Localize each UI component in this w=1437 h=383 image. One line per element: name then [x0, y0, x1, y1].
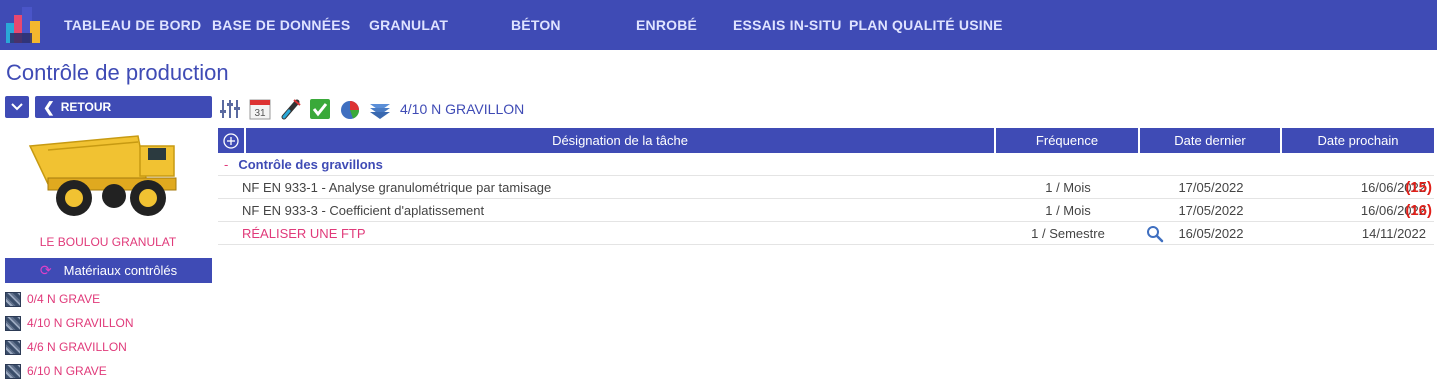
- materials-list: 0/4 N GRAVE 4/10 N GRAVILLON 4/6 N GRAVI…: [5, 287, 134, 383]
- material-label: 4/10 N GRAVILLON: [27, 316, 134, 330]
- aggregate-thumbnail-icon: [5, 315, 21, 331]
- back-button[interactable]: ❮ RETOUR: [35, 96, 212, 118]
- page-title: Contrôle de production: [6, 60, 229, 85]
- back-button-label: RETOUR: [60, 100, 112, 114]
- aggregate-thumbnail-icon: [5, 363, 21, 379]
- material-label: 4/6 N GRAVILLON: [27, 340, 127, 354]
- test-tube-icon[interactable]: [278, 97, 302, 121]
- add-task-button[interactable]: [218, 128, 246, 153]
- app-logo-icon[interactable]: [4, 3, 44, 45]
- material-item[interactable]: 0/4 N GRAVE: [5, 287, 134, 311]
- calendar-icon[interactable]: 31: [248, 97, 272, 121]
- calendar-day: 31: [254, 108, 266, 119]
- materials-header-label: Matériaux contrôlés: [63, 263, 178, 278]
- nav-granulat[interactable]: GRANULAT: [369, 17, 448, 33]
- group-label: Contrôle des gravillons: [238, 156, 383, 172]
- material-item[interactable]: 4/6 N GRAVILLON: [5, 335, 134, 359]
- grid-header: Désignation de la tâche Fréquence Date d…: [218, 128, 1434, 153]
- task-designation: NF EN 933-3 - Coefficient d'aplatissemen…: [242, 202, 485, 218]
- top-navbar: TABLEAU DE BORD BASE DE DONNÉES GRANULAT…: [0, 0, 1437, 50]
- search-icon[interactable]: [1146, 225, 1164, 243]
- table-row[interactable]: NF EN 933-1 - Analyse granulométrique pa…: [218, 176, 1434, 199]
- task-designation: NF EN 933-1 - Analyse granulométrique pa…: [242, 179, 552, 195]
- material-item[interactable]: 4/10 N GRAVILLON: [5, 311, 134, 335]
- current-material-label: 4/10 N GRAVILLON: [400, 101, 525, 117]
- col-header-next-date[interactable]: Date prochain: [1282, 128, 1434, 153]
- aggregate-thumbnail-icon: [5, 339, 21, 355]
- aggregate-thumbnail-icon: [5, 291, 21, 307]
- nav-dashboard[interactable]: TABLEAU DE BORD: [64, 17, 201, 33]
- nav-plan-qualite-usine[interactable]: PLAN QUALITÉ USINE: [849, 17, 1003, 33]
- col-header-frequency[interactable]: Fréquence: [996, 128, 1140, 153]
- task-frequency: 1 / Semestre: [1031, 225, 1105, 241]
- toolbar: 31 4/10 N GRAVILLON: [218, 96, 524, 122]
- check-icon[interactable]: [308, 97, 332, 121]
- chevron-left-icon: ❮: [43, 98, 55, 115]
- collapse-button[interactable]: [5, 96, 29, 118]
- layers-icon[interactable]: [368, 97, 392, 121]
- col-header-designation[interactable]: Désignation de la tâche: [246, 128, 996, 153]
- task-count-badge[interactable]: (15): [1405, 179, 1432, 196]
- task-frequency: 1 / Mois: [1045, 202, 1091, 218]
- sliders-icon[interactable]: [218, 97, 242, 121]
- task-frequency: 1 / Mois: [1045, 179, 1091, 195]
- group-row[interactable]: - Contrôle des gravillons: [218, 153, 1434, 176]
- materials-header[interactable]: ⟳ Matériaux contrôlés: [5, 258, 212, 283]
- pie-chart-icon[interactable]: [338, 97, 362, 121]
- chevron-down-icon: [11, 103, 23, 111]
- collapse-group-toggle[interactable]: -: [224, 157, 228, 172]
- nav-beton[interactable]: BÉTON: [511, 17, 561, 33]
- task-last-date: 17/05/2022: [1178, 202, 1244, 218]
- task-designation[interactable]: RÉALISER UNE FTP: [218, 226, 996, 241]
- nav-enrobe[interactable]: ENROBÉ: [636, 17, 697, 33]
- plus-circle-icon: [223, 132, 239, 149]
- table-row[interactable]: RÉALISER UNE FTP 1 / Semestre 16/05/2022…: [218, 222, 1434, 245]
- col-header-last-date[interactable]: Date dernier: [1140, 128, 1282, 153]
- nav-essais-in-situ[interactable]: ESSAIS IN-SITU: [733, 17, 842, 33]
- nav-database[interactable]: BASE DE DONNÉES: [212, 17, 350, 33]
- material-label: 6/10 N GRAVE: [27, 364, 107, 378]
- task-count-badge[interactable]: (16): [1405, 202, 1432, 219]
- task-next-date: 14/11/2022: [1361, 225, 1426, 241]
- material-item[interactable]: 6/10 N GRAVE: [5, 359, 134, 383]
- dump-truck-image: [28, 135, 177, 216]
- material-label: 0/4 N GRAVE: [27, 292, 101, 306]
- task-grid: Désignation de la tâche Fréquence Date d…: [218, 128, 1434, 245]
- supplier-name[interactable]: LE BOULOU GRANULAT: [0, 235, 216, 249]
- table-row[interactable]: NF EN 933-3 - Coefficient d'aplatissemen…: [218, 199, 1434, 222]
- sync-icon: ⟳: [39, 262, 52, 278]
- task-last-date: 17/05/2022: [1178, 179, 1244, 195]
